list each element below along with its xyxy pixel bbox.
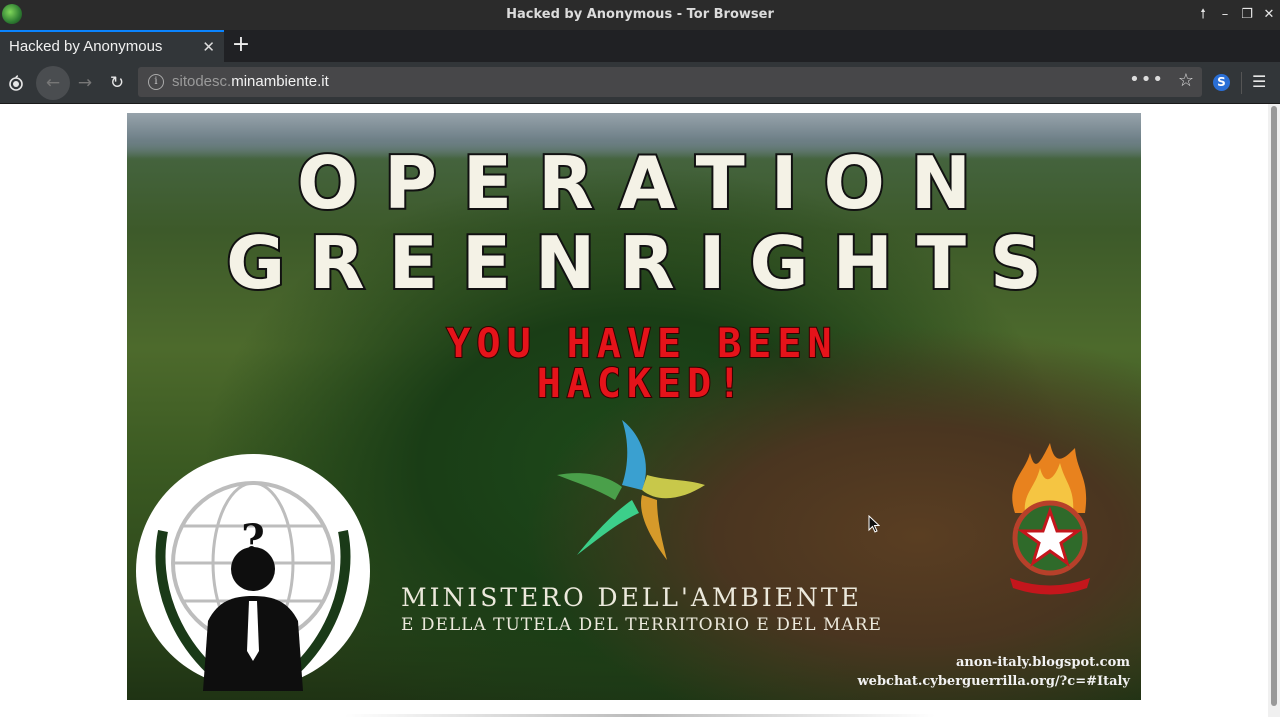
blog-link-text: anon-italy.blogspot.com: [955, 655, 1130, 670]
close-window-button[interactable]: ✕: [1260, 6, 1278, 24]
defacement-banner-image: OPERATION GREENRIGHTS YOU HAVE BEEN HACK…: [127, 113, 1141, 700]
tab-hacked-by-anonymous[interactable]: Hacked by Anonymous ✕: [0, 30, 224, 62]
ministry-subtitle: E DELLA TUTELA DEL TERRITORIO E DEL MARE: [401, 615, 882, 635]
anonymous-logo: ?: [136, 454, 370, 691]
toolbar-separator: [1241, 72, 1242, 94]
tor-onion-icon[interactable]: [2, 69, 30, 97]
maximize-button[interactable]: ❐: [1238, 6, 1256, 24]
page-content: OPERATION GREENRIGHTS YOU HAVE BEEN HACK…: [0, 104, 1268, 717]
url-text[interactable]: sitodesc.minambiente.it: [172, 73, 329, 90]
svg-text:?: ?: [241, 516, 264, 563]
minimize-button[interactable]: –: [1216, 6, 1234, 24]
headline-greenrights: GREENRIGHTS: [224, 219, 1066, 307]
back-button[interactable]: ←: [39, 69, 67, 97]
site-info-icon[interactable]: i: [148, 74, 164, 90]
new-tab-button[interactable]: +: [230, 33, 252, 57]
tab-close-icon[interactable]: ✕: [202, 38, 215, 56]
window-title: Hacked by Anonymous - Tor Browser: [506, 7, 774, 22]
hamburger-menu-icon[interactable]: ☰: [1252, 72, 1270, 92]
scrollbar-thumb[interactable]: [1271, 106, 1277, 706]
headline-operation: OPERATION: [295, 139, 998, 227]
keep-above-icon[interactable]: 🠕: [1194, 6, 1212, 24]
bookmark-star-icon[interactable]: ☆: [1178, 70, 1194, 91]
vertical-scrollbar[interactable]: [1268, 104, 1280, 717]
forward-button[interactable]: →: [71, 69, 99, 97]
webchat-link-text: webchat.cyberguerrilla.org/?c=#Italy: [857, 674, 1130, 689]
page-actions-icon[interactable]: •••: [1129, 69, 1164, 90]
security-shield-icon[interactable]: S: [1213, 74, 1230, 91]
navigation-toolbar: ← → ↻ i sitodesc.minambiente.it ••• ☆ S …: [0, 62, 1280, 104]
ministry-star-logo: [557, 420, 705, 560]
window-titlebar: Hacked by Anonymous - Tor Browser 🠕 – ❐ …: [0, 0, 1280, 30]
mouse-cursor-icon: [868, 515, 880, 533]
hacked-message-line2: HACKED!: [536, 361, 748, 407]
url-bar[interactable]: i sitodesc.minambiente.it ••• ☆: [138, 67, 1202, 97]
tab-title: Hacked by Anonymous: [9, 38, 163, 55]
reload-button[interactable]: ↻: [103, 69, 131, 97]
hacked-message-line1: YOU HAVE BEEN: [445, 321, 838, 367]
italian-republic-emblem: [1010, 443, 1090, 595]
tab-bar: Hacked by Anonymous ✕ +: [0, 30, 1280, 62]
ministry-name: MINISTERO DELL'AMBIENTE: [401, 583, 862, 612]
